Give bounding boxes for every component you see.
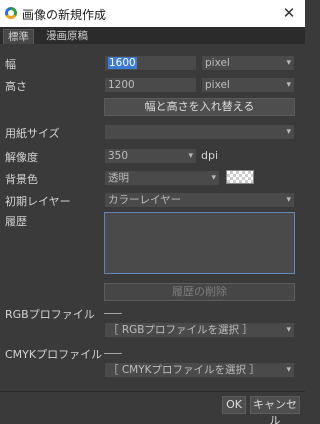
height-unit-select[interactable]: pixel — [201, 77, 295, 93]
width-input[interactable]: 1600 — [104, 55, 197, 71]
width-value: 1600 — [108, 57, 137, 69]
cmyk-profile-divider — [104, 353, 122, 354]
footer-divider — [0, 391, 305, 392]
resolution-label: 解像度 — [5, 151, 38, 164]
paper-size-label: 用紙サイズ — [5, 127, 60, 140]
swap-dimensions-button[interactable]: 幅と高さを入れ替える — [104, 98, 295, 116]
resolution-unit: dpi — [201, 149, 219, 162]
cmyk-profile-value: ［ CMYKプロファイルを選択 ］ — [108, 364, 260, 376]
rgb-profile-label: RGBプロファイル — [5, 308, 95, 321]
cmyk-profile-select[interactable]: ［ CMYKプロファイルを選択 ］ — [104, 362, 295, 378]
clear-history-button[interactable]: 履歴の削除 — [104, 283, 295, 301]
paper-size-select[interactable] — [104, 124, 295, 140]
background-color-value: 透明 — [108, 172, 129, 184]
cancel-button[interactable]: キャンセル — [250, 396, 300, 424]
tab-bar: 標準 漫画原稿 — [0, 27, 305, 44]
initial-layer-value: カラーレイヤー — [108, 194, 182, 206]
history-list[interactable] — [104, 212, 295, 274]
cmyk-profile-label: CMYKプロファイル — [5, 348, 103, 361]
window-title: 画像の新規作成 — [22, 8, 107, 22]
rgb-profile-select[interactable]: ［ RGBプロファイルを選択 ］ — [104, 322, 295, 338]
background-color-swatch[interactable] — [226, 170, 254, 184]
rgb-profile-value: ［ RGBプロファイルを選択 ］ — [108, 324, 253, 336]
tab-standard[interactable]: 標準 — [3, 29, 34, 44]
initial-layer-select[interactable]: カラーレイヤー — [104, 192, 295, 208]
title-bar: 画像の新規作成 ✕ — [0, 0, 305, 27]
rgb-profile-divider — [104, 313, 122, 314]
background-color-label: 背景色 — [5, 173, 38, 186]
height-value: 1200 — [108, 79, 135, 91]
height-unit-value: pixel — [205, 79, 230, 91]
tab-manga-manuscript[interactable]: 漫画原稿 — [42, 29, 92, 44]
close-icon[interactable]: ✕ — [279, 3, 299, 23]
app-logo-icon — [5, 7, 17, 19]
resolution-value: 350 — [108, 150, 129, 162]
width-unit-value: pixel — [205, 57, 230, 69]
height-input[interactable]: 1200 — [104, 77, 197, 93]
history-label: 履歴 — [5, 215, 27, 228]
width-unit-select[interactable]: pixel — [201, 55, 295, 71]
width-label: 幅 — [5, 58, 16, 71]
initial-layer-label: 初期レイヤー — [5, 195, 71, 208]
background-color-select[interactable]: 透明 — [104, 170, 220, 186]
ok-button[interactable]: OK — [222, 396, 246, 414]
resolution-select[interactable]: 350 — [104, 148, 197, 164]
height-label: 高さ — [5, 80, 27, 93]
